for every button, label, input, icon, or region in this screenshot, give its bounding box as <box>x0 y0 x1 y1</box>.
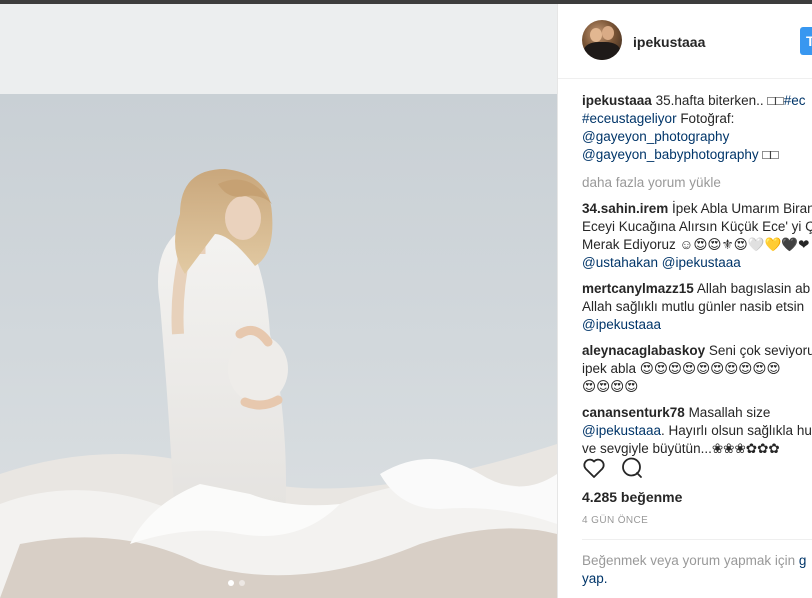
comment-username[interactable]: 34.sahin.irem <box>582 201 668 216</box>
comments-list: ipekustaaa 35.hafta biterken.. □□#ec #ec… <box>582 92 812 458</box>
comment-text: ipek abla 😍😍😍😍😍😍😍😍😍😍 <box>582 361 781 376</box>
avatar[interactable] <box>582 20 622 60</box>
mention-link[interactable]: @gayeyon_babyphotography <box>582 147 759 162</box>
comment-icon[interactable] <box>620 456 644 480</box>
mention-link[interactable]: @ipekustaaa <box>582 317 661 332</box>
mention-link[interactable]: @ipekustaaa <box>582 423 661 438</box>
comment-username[interactable]: aleynacaglabaskoy <box>582 343 705 358</box>
comment-text: Merak Ediyoruz ☺😍😍⚜😍🤍💛🖤❤ <box>582 237 810 252</box>
comment-text: Seni çok seviyoru <box>705 343 812 358</box>
comment: 34.sahin.irem İpek Abla Umarım Biran Ece… <box>582 200 812 272</box>
mention-link[interactable]: @gayeyon_photography <box>582 129 729 144</box>
comment: mertcanylmazz15 Allah bagıslasin ab Alla… <box>582 280 812 334</box>
comment-username[interactable]: canansenturk78 <box>582 405 685 420</box>
carousel-dot[interactable] <box>239 580 245 586</box>
post-actions <box>582 456 644 480</box>
post-details-panel: ipekustaaa T ipekustaaa 35.hafta biterke… <box>558 4 812 598</box>
signup-link[interactable]: yap. <box>582 571 608 586</box>
post-header: ipekustaaa T <box>558 4 812 79</box>
comment: aleynacaglabaskoy Seni çok seviyoru ipek… <box>582 342 812 396</box>
heart-icon[interactable] <box>582 456 606 480</box>
caption-username[interactable]: ipekustaaa <box>582 93 652 108</box>
hashtag-link[interactable]: #ec <box>784 93 806 108</box>
comment-text: . Hayırlı olsun sağlıkla hu <box>661 423 812 438</box>
comment-text: Eceyi Kucağına Alırsın Küçük Ece' yi Ç <box>582 219 812 234</box>
caption-credit: Fotoğraf: <box>676 111 735 126</box>
hashtag-link[interactable]: #eceustageliyor <box>582 111 677 126</box>
comment: canansenturk78 Masallah size @ipekustaaa… <box>582 404 812 458</box>
carousel-indicator[interactable] <box>228 580 245 586</box>
comment-text: Masallah size <box>684 405 771 420</box>
caption-line3: @gayeyon_photography <box>582 128 812 146</box>
login-link[interactable]: g <box>799 553 807 568</box>
caption-line4: @gayeyon_babyphotography □□ <box>582 146 812 164</box>
comment-text: 😍😍😍😍 <box>582 379 639 394</box>
post-username[interactable]: ipekustaaa <box>633 34 705 50</box>
follow-button[interactable]: T <box>800 27 812 55</box>
post-timestamp: 4 GÜN ÖNCE <box>582 515 649 526</box>
login-prompt-text: Beğenmek veya yorum yapmak için <box>582 553 799 568</box>
mention-link[interactable]: @ipekustaaa <box>662 255 741 270</box>
like-count[interactable]: 4.285 beğenme <box>582 489 682 505</box>
comment-text: Allah bagıslasin ab <box>693 281 811 296</box>
caption-suffix: □□ <box>758 147 779 162</box>
comment-username[interactable]: mertcanylmazz15 <box>582 281 694 296</box>
post-photo[interactable] <box>0 4 557 598</box>
login-prompt: Beğenmek veya yorum yapmak için g yap. <box>582 552 812 588</box>
caption-text: 35.hafta biterken.. □□ <box>655 93 784 108</box>
caption-line2: #eceustageliyor Fotoğraf: <box>582 110 812 128</box>
carousel-dot[interactable] <box>228 580 234 586</box>
load-more-comments[interactable]: daha fazla yorum yükle <box>582 174 812 192</box>
comment-text: Allah sağlıklı mutlu günler nasib etsin <box>582 299 805 314</box>
beach-scene-illustration <box>0 4 557 598</box>
caption: ipekustaaa 35.hafta biterken.. □□#ec <box>582 92 812 110</box>
section-divider <box>582 539 812 540</box>
mention-link[interactable]: @ustahakan <box>582 255 658 270</box>
comment-text: İpek Abla Umarım Biran <box>668 201 812 216</box>
